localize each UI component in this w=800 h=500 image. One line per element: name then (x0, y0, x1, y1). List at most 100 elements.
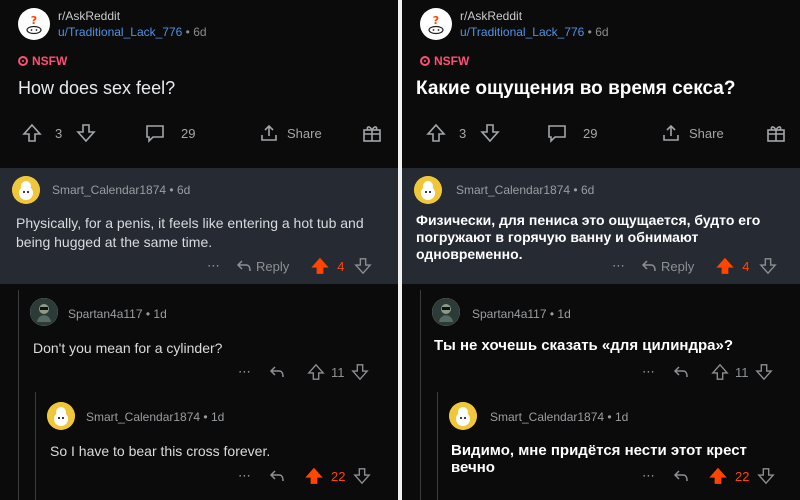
reply-icon[interactable] (269, 365, 285, 379)
comment-age: 1d (614, 410, 629, 424)
reply-icon[interactable] (641, 259, 657, 273)
subreddit-avatar-icon[interactable]: ? (420, 8, 452, 40)
comment-author[interactable]: Smart_Calendar1874 • 6d (456, 183, 594, 197)
subreddit-name[interactable]: r/AskReddit (460, 9, 522, 23)
upvote-icon[interactable] (307, 363, 325, 381)
reply-icon[interactable] (673, 365, 689, 379)
comment-body: Physically, for a penis, it feels like e… (16, 215, 364, 250)
comment-author[interactable]: Spartan4a117 • 1d (68, 307, 167, 321)
comment-author[interactable]: Smart_Calendar1874 • 1d (490, 410, 628, 424)
post-meta: u/Traditional_Lack_776 • 6d (460, 25, 609, 39)
user-avatar-icon[interactable] (432, 298, 460, 326)
more-icon[interactable]: ⋯ (612, 258, 625, 274)
subreddit-name[interactable]: r/AskReddit (58, 9, 120, 23)
comment-1: Smart_Calendar1874 • 6d Physically, for … (0, 168, 398, 284)
nsfw-badge: NSFW (420, 54, 469, 68)
share-label: Share (287, 125, 322, 141)
comment-score: 4 (337, 258, 345, 274)
award-icon[interactable] (362, 118, 382, 148)
comment-age: 1d (153, 307, 167, 321)
comment-actions: ⋯ Reply 4 (207, 256, 373, 276)
comment-age: 6d (176, 183, 191, 197)
upvote-icon[interactable] (709, 467, 727, 485)
reply-button[interactable]: Reply (256, 259, 289, 274)
more-icon[interactable]: ⋯ (642, 364, 655, 380)
comment-count: 29 (583, 125, 598, 141)
comment-icon[interactable] (546, 118, 568, 148)
post-score: 3 (55, 125, 63, 141)
comment-author-name[interactable]: Smart_Calendar1874 (456, 183, 570, 197)
comment-score: 11 (735, 364, 749, 380)
comment-author[interactable]: Smart_Calendar1874 • 1d (86, 410, 224, 424)
downvote-icon[interactable] (353, 467, 372, 485)
comment-author-name[interactable]: Smart_Calendar1874 (86, 410, 200, 424)
nsfw-label: NSFW (32, 54, 68, 68)
share-label: Share (689, 125, 724, 141)
downvote-icon[interactable] (480, 118, 500, 148)
downvote-icon[interactable] (757, 467, 776, 485)
more-icon[interactable]: ⋯ (238, 364, 251, 380)
comment-icon[interactable] (144, 118, 166, 148)
post-header: ? r/AskReddit u/Traditional_Lack_776 • 6… (0, 0, 398, 160)
comment-author-name[interactable]: Smart_Calendar1874 (52, 183, 166, 197)
downvote-icon[interactable] (759, 257, 778, 275)
post-header: ? r/AskReddit u/Traditional_Lack_776 • 6… (402, 0, 800, 160)
more-icon[interactable]: ⋯ (207, 258, 220, 274)
comment-count: 29 (181, 125, 196, 141)
comment-age: 1d (557, 307, 571, 321)
upvote-icon[interactable] (311, 257, 329, 275)
upvote-icon[interactable] (22, 118, 42, 148)
upvote-icon[interactable] (426, 118, 446, 148)
user-avatar-icon[interactable] (414, 176, 442, 204)
share-button[interactable]: Share (259, 118, 322, 148)
comment-author-name[interactable]: Smart_Calendar1874 (490, 410, 604, 424)
author-link[interactable]: u/Traditional_Lack_776 (460, 25, 584, 39)
comment-actions: ⋯ 11 (238, 362, 369, 382)
comment-age: 6d (580, 183, 595, 197)
reply-icon[interactable] (673, 469, 689, 483)
upvote-icon[interactable] (711, 363, 729, 381)
comment-2: Spartan4a117 • 1d Don't you mean for a c… (0, 290, 398, 390)
post-action-bar: 3 29 Share (0, 118, 398, 148)
downvote-icon[interactable] (354, 257, 373, 275)
comment-score: 4 (742, 258, 750, 274)
comment-3: Smart_Calendar1874 • 1d Видимо, мне прид… (402, 392, 800, 500)
nsfw-icon (420, 56, 430, 66)
more-icon[interactable]: ⋯ (642, 468, 655, 484)
user-avatar-icon[interactable] (47, 402, 75, 430)
user-avatar-icon[interactable] (449, 402, 477, 430)
screenshot-collage: ? r/AskReddit u/Traditional_Lack_776 • 6… (0, 0, 800, 500)
downvote-icon[interactable] (754, 363, 773, 381)
award-icon[interactable] (766, 118, 786, 148)
comment-1: Smart_Calendar1874 • 6d Физически, для п… (402, 168, 800, 284)
nsfw-badge: NSFW (18, 54, 67, 68)
upvote-icon[interactable] (716, 257, 734, 275)
upvote-icon[interactable] (305, 467, 323, 485)
post-age: 6d (193, 25, 207, 39)
reply-button[interactable]: Reply (661, 259, 694, 274)
user-avatar-icon[interactable] (12, 176, 40, 204)
svg-text:?: ? (31, 14, 37, 27)
author-link[interactable]: u/Traditional_Lack_776 (58, 25, 182, 39)
more-icon[interactable]: ⋯ (238, 468, 251, 484)
subreddit-avatar-icon[interactable]: ? (18, 8, 50, 40)
user-avatar-icon[interactable] (30, 298, 58, 326)
share-button[interactable]: Share (661, 118, 724, 148)
comment-author-name[interactable]: Spartan4a117 (68, 307, 143, 321)
comment-actions: ⋯ 11 (642, 362, 773, 382)
reply-icon[interactable] (236, 259, 252, 273)
comment-author[interactable]: Spartan4a117 • 1d (472, 307, 571, 321)
comment-score: 11 (331, 364, 345, 380)
post-title: How does sex feel? (18, 78, 176, 98)
post-meta: u/Traditional_Lack_776 • 6d (58, 25, 207, 39)
downvote-icon[interactable] (76, 118, 96, 148)
comment-author[interactable]: Smart_Calendar1874 • 6d (52, 183, 190, 197)
comment-age: 1d (210, 410, 225, 424)
downvote-icon[interactable] (350, 363, 369, 381)
nsfw-label: NSFW (434, 54, 470, 68)
comment-author-name[interactable]: Spartan4a117 (472, 307, 547, 321)
comment-actions: ⋯ 22 (238, 466, 372, 486)
comment-body: Ты не хочешь сказать «для цилиндра»? (434, 337, 734, 354)
comment-actions: ⋯ Reply 4 (612, 256, 778, 276)
reply-icon[interactable] (269, 469, 285, 483)
